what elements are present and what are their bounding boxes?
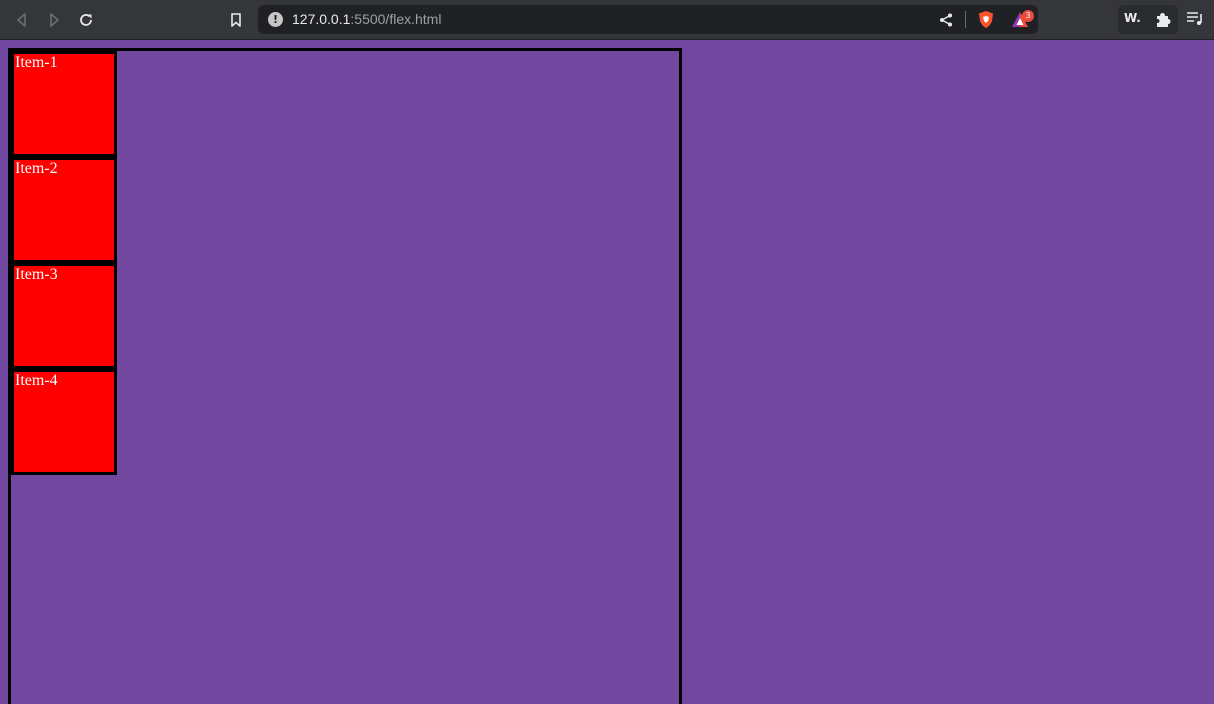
url-text[interactable]: 127.0.0.1:5500/flex.html <box>292 11 441 27</box>
back-arrow-icon <box>17 13 26 27</box>
address-bar[interactable]: ! 127.0.0.1:5500/flex.html 3 <box>258 5 1038 34</box>
rewards-badge: 3 <box>1022 10 1034 22</box>
flex-item-2: Item-2 <box>11 157 117 263</box>
forward-button[interactable] <box>42 8 66 32</box>
extensions-area: W. <box>1118 5 1178 34</box>
flex-item-4: Item-4 <box>11 369 117 475</box>
browser-toolbar: ! 127.0.0.1:5500/flex.html 3 W. <box>0 0 1214 40</box>
puzzle-icon[interactable] <box>1154 11 1171 28</box>
url-path: :5500/flex.html <box>350 11 442 27</box>
url-host: 127.0.0.1 <box>292 11 351 27</box>
reload-button[interactable] <box>74 8 98 32</box>
flex-container: Item-1 Item-2 Item-3 Item-4 <box>8 48 682 704</box>
bookmark-button[interactable] <box>224 8 248 32</box>
share-icon[interactable] <box>938 12 954 28</box>
extension-w-button[interactable]: W. <box>1124 11 1141 25</box>
back-button[interactable] <box>10 8 34 32</box>
brave-shields-icon[interactable] <box>977 10 995 29</box>
forward-arrow-icon <box>50 13 59 27</box>
address-bar-divider <box>965 11 966 28</box>
bookmark-icon <box>231 13 241 27</box>
menu-icon[interactable] <box>1186 11 1204 27</box>
reload-icon <box>80 14 92 26</box>
site-info-icon[interactable]: ! <box>268 12 283 27</box>
flex-item-3: Item-3 <box>11 263 117 369</box>
flex-item-1: Item-1 <box>11 51 117 157</box>
